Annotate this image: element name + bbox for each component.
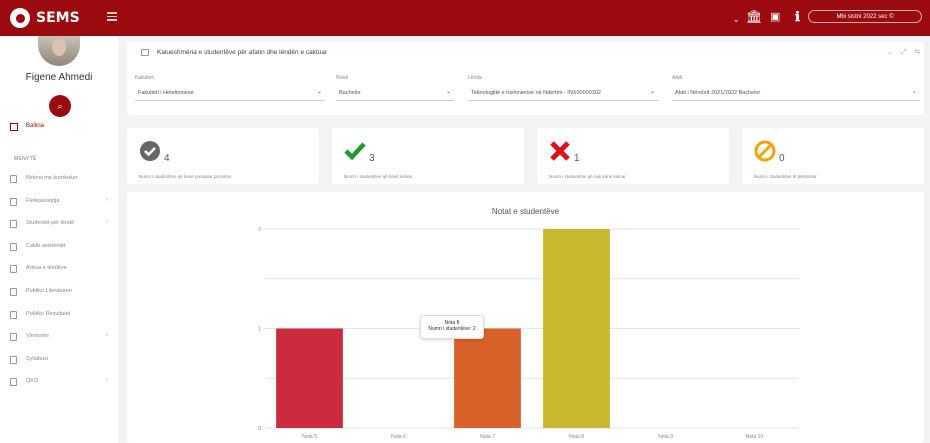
chevron-down-icon: ⌄ [649, 89, 655, 95]
sidebar-item-3[interactable]: Cakto asistentët [0, 240, 118, 254]
bar-nota-8[interactable] [543, 229, 610, 428]
y-tick-label: 0 [258, 426, 261, 432]
user-name: Figene Ahmedi [25, 72, 93, 83]
menu-toggle-icon[interactable] [107, 12, 117, 22]
nav-item-icon [10, 242, 17, 251]
sidebar-item-5[interactable]: Publiko Literaturen [0, 285, 118, 299]
passed-check-icon [140, 141, 160, 161]
term-select[interactable]: Afati i Nëntorit 2021/2022 Bachelor ⌄ [672, 87, 920, 101]
y-tick-label: 2 [258, 227, 261, 233]
nav-item-icon [10, 355, 17, 364]
sidebar-item-1[interactable]: Fletëparaqitja › [0, 195, 118, 209]
stat-card-passed: 3 Numri i studentëve që kanë kaluar [332, 128, 524, 184]
nav-item-icon [10, 220, 17, 229]
sidebar: Figene Ahmedi ⌕ Ballina MENYTË Nxënsi me… [0, 36, 118, 443]
book-icon[interactable]: ▣ [770, 10, 780, 24]
x-tick-label: Nota 5 [302, 434, 317, 440]
panel-title: Kalueshmëria e studentëve për afatin dhe… [157, 49, 328, 56]
chevron-down-icon: ⌄ [911, 89, 917, 95]
stat-card-failed: 1 Numri i studentëve që nuk kanë kaluar [537, 128, 729, 184]
sidebar-item-4[interactable]: Arkiva e lëndëve [0, 262, 118, 276]
course-label: Lënda [468, 75, 482, 81]
sidebar-section-heading: MENYTË [14, 156, 37, 162]
sidebar-item-8[interactable]: Syllabusi [0, 353, 118, 367]
y-tick-label: 1 [258, 327, 261, 333]
red-x-icon [550, 141, 570, 161]
stat-card-repeated: 0 Numri i studentëve të përsëritur [742, 128, 924, 184]
nav-item-icon [10, 310, 17, 319]
stat-card-registered: 4 Numri i studentëve që kanë paraqitur p… [127, 128, 319, 184]
institution-icon[interactable]: 🏛 [746, 10, 763, 24]
sidebar-item-9[interactable]: QKO › [0, 375, 118, 389]
top-bar: SEMS ⌄ 🏛 ▣ ℹ Mbi sistni 2022 sec © [0, 0, 930, 36]
course-select[interactable]: Teknologjitë e Inxhinierisë në Ndërtim -… [468, 87, 658, 101]
bar-nota-7[interactable] [454, 328, 521, 429]
home-icon [10, 123, 18, 131]
nav-item-icon [10, 265, 17, 274]
faculty-label: Fakulteti [135, 75, 154, 81]
ban-icon [754, 140, 776, 162]
logo[interactable]: SEMS [0, 0, 120, 36]
panel-tools[interactable]: ⌄ ⤢ ⇆ [887, 48, 923, 57]
chevron-down-icon: ⌄ [445, 89, 451, 95]
nav-item-icon [10, 197, 17, 206]
green-check-icon [344, 142, 366, 161]
nav-item-icon [10, 175, 17, 183]
x-tick-label: Nota 10 [746, 434, 764, 440]
sidebar-item-7[interactable]: Vlerësimi › [0, 330, 118, 344]
level-label: Niveli [336, 75, 349, 81]
session-indicator: Mbi sistni 2022 sec © [808, 10, 922, 23]
level-select[interactable]: Bachelor ⌄ [336, 87, 454, 101]
filter-panel: Kalueshmëria e studentëve për afatin dhe… [127, 42, 924, 115]
nav-item-icon [10, 288, 17, 296]
nav-item-icon [10, 333, 17, 342]
info-icon[interactable]: ℹ [795, 10, 800, 24]
app-name: SEMS [36, 10, 80, 26]
x-tick-label: Nota 6 [391, 434, 406, 440]
x-tick-label: Nota 7 [480, 434, 495, 440]
sidebar-item-6[interactable]: Publiko Rezultatet [0, 308, 118, 322]
chevron-down-icon: ⌄ [316, 89, 322, 95]
search-button[interactable]: ⌕ [49, 95, 71, 117]
x-tick-label: Nota 9 [658, 434, 673, 440]
grades-chart: 0 1 2 Nota 5 Nota 6 Nota 7 Nota 8 Nota 9 Nota 10 [258, 227, 799, 440]
sidebar-item-0[interactable]: Nxënsi me kurrikulun [0, 172, 118, 186]
nav-item-icon [10, 378, 17, 387]
panel-icon [141, 49, 149, 56]
dropdown-icon[interactable]: ⌄ [733, 13, 740, 27]
faculty-select[interactable]: Fakulteti i Heteltoniese ⌄ [135, 87, 325, 101]
x-tick-label: Nota 8 [569, 434, 584, 440]
bar-nota-5[interactable] [276, 328, 343, 429]
sems-logo-icon [10, 8, 30, 28]
term-label: Afati [672, 75, 683, 81]
sidebar-item-2[interactable]: Studentët për lëndë › [0, 217, 118, 231]
sidebar-item-ballina[interactable]: Ballina [0, 121, 118, 135]
avatar [38, 36, 80, 66]
chart-panel: Notat e studentëve 0 1 2 Nota 5 Nota 6 Nota 7… [127, 192, 924, 443]
chart-tooltip: Nota 8 Numri i studentëve: 2 [420, 315, 484, 339]
